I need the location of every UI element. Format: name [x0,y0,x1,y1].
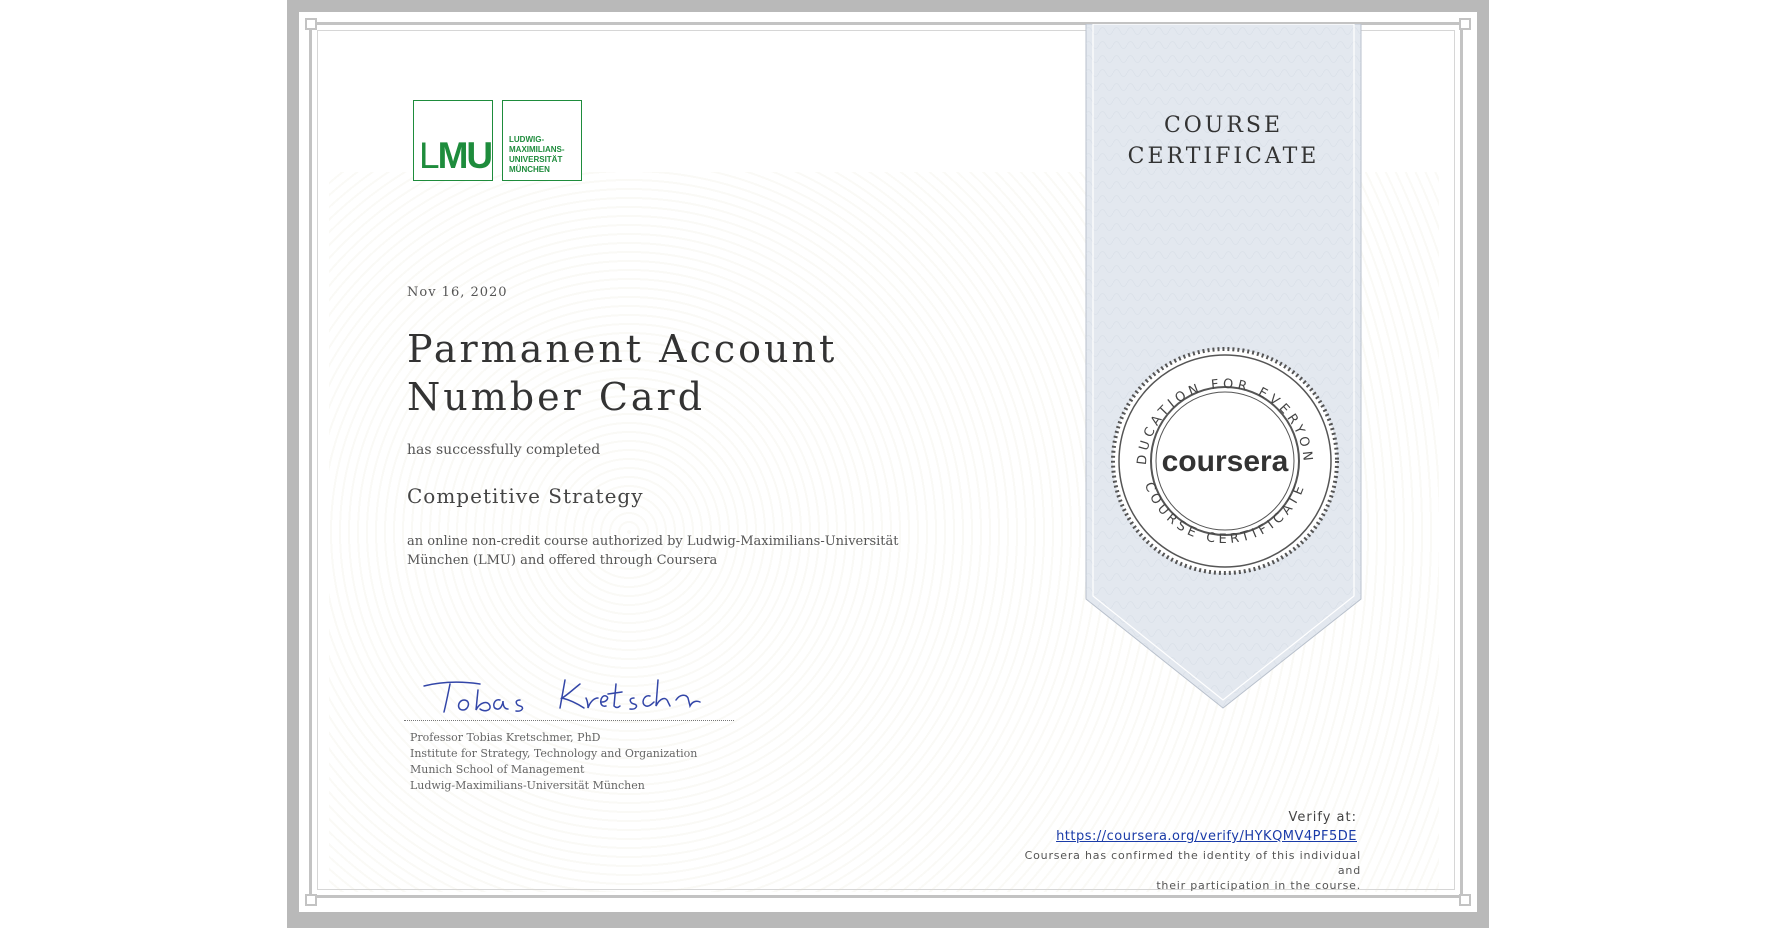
lmu-logo-text: LUDWIG- MAXIMILIANS- UNIVERSITÄT MÜNCHEN [509,135,565,174]
course-name: Competitive Strategy [407,484,644,508]
lmu-logo-mark: LMU [413,100,493,181]
signer-institute: Institute for Strategy, Technology and O… [410,747,698,760]
verify-link[interactable]: https://coursera.org/verify/HYKQMV4PF5DE [1056,829,1357,844]
corner-ornament [305,18,317,30]
lmu-logo-abbr: LMU [419,135,493,176]
signature-line [404,720,734,721]
signer-university: Ludwig-Maximilians-Universität München [410,779,645,792]
corner-ornament [1459,894,1471,906]
coursera-seal-icon: EDUCATION FOR EVERYONE COURSE CERTIFICAT… [1111,347,1339,575]
signer-details: Professor Tobias Kretschmer, PhD Institu… [410,730,697,794]
verify-label: Verify at: [1288,810,1357,825]
course-description: an online non-credit course authorized b… [407,534,899,568]
lmu-logo-wordmark: LUDWIG- MAXIMILIANS- UNIVERSITÄT MÜNCHEN [502,100,582,181]
seal-brand: coursera [1162,445,1289,478]
verify-block: Verify at: https://coursera.org/verify/H… [1056,810,1357,844]
signature-image [420,672,710,722]
verify-note: Coursera has confirmed the identity of t… [1024,849,1361,892]
issue-date: Nov 16, 2020 [407,285,508,300]
corner-ornament [305,894,317,906]
course-certificate-title: COURSE CERTIFICATE [1127,113,1320,169]
corner-ornament [1459,18,1471,30]
signer-name: Professor Tobias Kretschmer, PhD [410,731,601,744]
lmu-logo: LMU LUDWIG- MAXIMILIANS- UNIVERSITÄT MÜN… [413,100,582,181]
signer-school: Munich School of Management [410,763,585,776]
completed-text: has successfully completed [407,442,601,458]
recipient-name: Parmanent Account Number Card [407,327,838,419]
